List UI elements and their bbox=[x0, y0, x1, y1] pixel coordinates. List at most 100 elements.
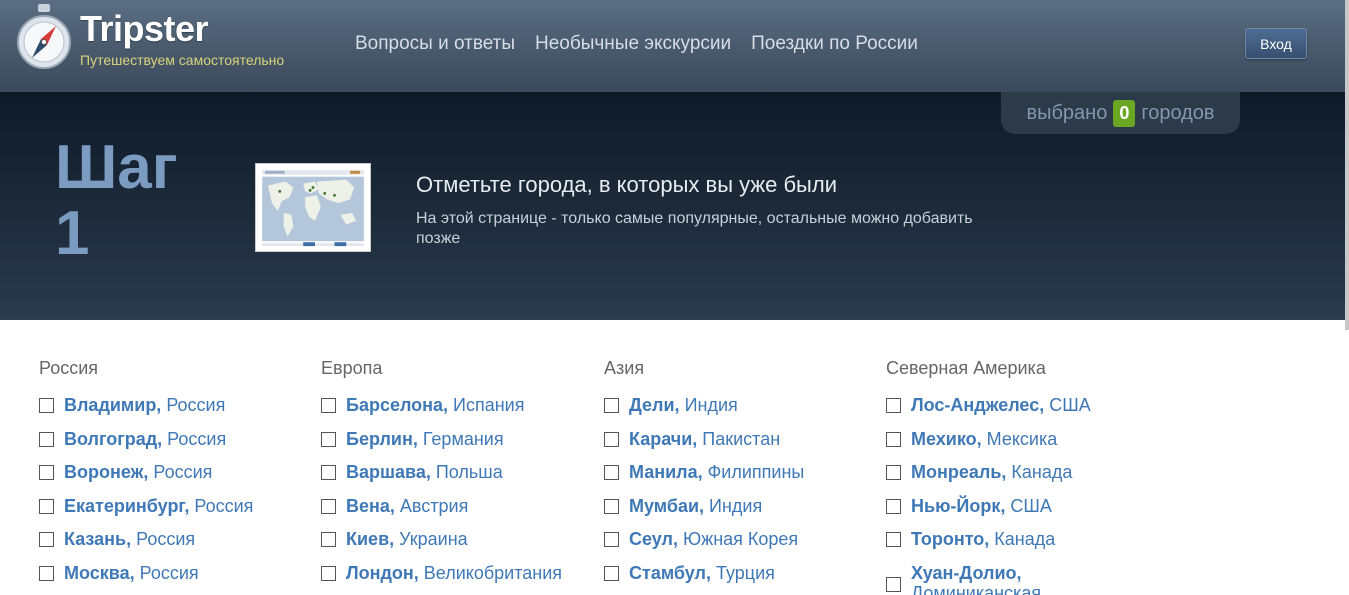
city-checkbox[interactable] bbox=[39, 465, 54, 481]
city-checkbox[interactable] bbox=[886, 498, 901, 514]
city-name[interactable]: Москва, bbox=[64, 563, 135, 584]
city-country[interactable]: Россия bbox=[153, 462, 212, 483]
city-name[interactable]: Волгоград, bbox=[64, 429, 162, 450]
city-checkbox[interactable] bbox=[604, 431, 619, 447]
city-name[interactable]: Лос-Анджелес, bbox=[911, 395, 1044, 416]
city-checkbox[interactable] bbox=[886, 532, 901, 548]
city-checkbox[interactable] bbox=[886, 398, 901, 413]
city-country[interactable]: Великобритания bbox=[424, 563, 562, 584]
city-name[interactable]: Владимир, bbox=[64, 395, 161, 416]
compass-logo-icon[interactable] bbox=[16, 4, 72, 70]
list-item[interactable]: Мумбаи, Индия bbox=[604, 496, 884, 530]
city-checkbox[interactable] bbox=[321, 431, 336, 447]
city-country[interactable]: Индия bbox=[685, 395, 738, 416]
list-item[interactable]: Мехико, Мексика bbox=[886, 429, 1166, 463]
city-name[interactable]: Дели, bbox=[629, 395, 680, 416]
city-checkbox[interactable] bbox=[886, 576, 901, 592]
list-item[interactable]: Дели, Индия bbox=[604, 395, 884, 429]
city-checkbox[interactable] bbox=[886, 431, 901, 447]
city-name[interactable]: Барселона, bbox=[346, 395, 448, 416]
list-item[interactable]: Сеул, Южная Корея bbox=[604, 529, 884, 563]
nav-link-qa[interactable]: Вопросы и ответы bbox=[355, 33, 515, 55]
city-country[interactable]: Турция bbox=[716, 563, 775, 584]
city-checkbox[interactable] bbox=[39, 498, 54, 514]
city-name[interactable]: Торонто, bbox=[911, 529, 989, 550]
city-name[interactable]: Берлин, bbox=[346, 429, 418, 450]
list-item[interactable]: Монреаль, Канада bbox=[886, 462, 1166, 496]
city-country[interactable]: Россия bbox=[166, 395, 225, 416]
list-item[interactable]: Берлин, Германия bbox=[321, 429, 601, 463]
city-checkbox[interactable] bbox=[604, 532, 619, 548]
city-checkbox[interactable] bbox=[321, 498, 336, 514]
city-country[interactable]: США bbox=[1010, 496, 1052, 517]
list-item[interactable]: Екатеринбург, Россия bbox=[39, 496, 319, 530]
list-item[interactable]: Казань, Россия bbox=[39, 529, 319, 563]
list-item[interactable]: Варшава, Польша bbox=[321, 462, 601, 496]
login-button[interactable]: Вход bbox=[1245, 28, 1307, 59]
list-item[interactable]: Москва, Россия bbox=[39, 563, 319, 595]
city-country[interactable]: Филиппины bbox=[708, 462, 805, 483]
city-country[interactable]: Индия bbox=[709, 496, 762, 517]
city-name[interactable]: Стамбул, bbox=[629, 563, 711, 584]
city-checkbox[interactable] bbox=[39, 532, 54, 548]
city-country[interactable]: Россия bbox=[136, 529, 195, 550]
city-country[interactable]: Пакистан bbox=[702, 429, 780, 450]
city-checkbox[interactable] bbox=[604, 465, 619, 481]
list-item[interactable]: Стамбул, Турция bbox=[604, 563, 884, 595]
city-country[interactable]: США bbox=[1049, 395, 1091, 416]
city-checkbox[interactable] bbox=[39, 398, 54, 413]
list-item[interactable]: Лондон, Великобритания bbox=[321, 563, 601, 595]
city-country[interactable]: Австрия bbox=[400, 496, 468, 517]
city-name[interactable]: Вена, bbox=[346, 496, 395, 517]
list-item[interactable]: Карачи, Пакистан bbox=[604, 429, 884, 463]
city-checkbox[interactable] bbox=[604, 565, 619, 581]
list-item[interactable]: Воронеж, Россия bbox=[39, 462, 319, 496]
city-label-wrap[interactable]: Хуан-Долио, Доминиканская bbox=[911, 563, 1041, 595]
list-item[interactable]: Владимир, Россия bbox=[39, 395, 319, 429]
city-country[interactable]: Канада bbox=[1011, 462, 1072, 483]
city-name[interactable]: Воронеж, bbox=[64, 462, 148, 483]
nav-link-excursions[interactable]: Необычные экскурсии bbox=[535, 33, 731, 55]
city-country[interactable]: Украина bbox=[399, 529, 468, 550]
city-name[interactable]: Варшава, bbox=[346, 462, 431, 483]
city-name[interactable]: Казань, bbox=[64, 529, 131, 550]
city-country[interactable]: Россия bbox=[194, 496, 253, 517]
list-item[interactable]: Манила, Филиппины bbox=[604, 462, 884, 496]
list-item[interactable]: Вена, Австрия bbox=[321, 496, 601, 530]
city-name[interactable]: Монреаль, bbox=[911, 462, 1006, 483]
list-item[interactable]: Волгоград, Россия bbox=[39, 429, 319, 463]
list-item[interactable]: Барселона, Испания bbox=[321, 395, 601, 429]
city-country[interactable]: Россия bbox=[140, 563, 199, 584]
list-item[interactable]: Киев, Украина bbox=[321, 529, 601, 563]
city-checkbox[interactable] bbox=[604, 498, 619, 514]
city-checkbox[interactable] bbox=[604, 398, 619, 413]
list-item[interactable]: Нью-Йорк, США bbox=[886, 496, 1166, 530]
list-item[interactable]: Хуан-Долио, Доминиканская bbox=[886, 563, 1166, 595]
city-checkbox[interactable] bbox=[321, 565, 336, 581]
city-name[interactable]: Карачи, bbox=[629, 429, 697, 450]
city-name[interactable]: Мехико, bbox=[911, 429, 982, 450]
city-checkbox[interactable] bbox=[39, 431, 54, 447]
city-country[interactable]: Германия bbox=[423, 429, 504, 450]
city-country[interactable]: Доминиканская bbox=[911, 583, 1041, 595]
city-checkbox[interactable] bbox=[321, 532, 336, 548]
page-scrollbar[interactable] bbox=[1345, 0, 1349, 330]
city-country[interactable]: Мексика bbox=[987, 429, 1058, 450]
city-name[interactable]: Нью-Йорк, bbox=[911, 496, 1005, 517]
city-checkbox[interactable] bbox=[321, 465, 336, 481]
city-country[interactable]: Испания bbox=[453, 395, 524, 416]
city-name[interactable]: Сеул, bbox=[629, 529, 678, 550]
city-country[interactable]: Польша bbox=[436, 462, 503, 483]
city-checkbox[interactable] bbox=[886, 465, 901, 481]
city-country[interactable]: Россия bbox=[167, 429, 226, 450]
city-name[interactable]: Екатеринбург, bbox=[64, 496, 189, 517]
city-name[interactable]: Манила, bbox=[629, 462, 703, 483]
city-country[interactable]: Канада bbox=[994, 529, 1055, 550]
city-checkbox[interactable] bbox=[321, 398, 336, 413]
brand-name[interactable]: Tripster bbox=[80, 8, 209, 50]
city-name[interactable]: Хуан-Долио, bbox=[911, 563, 1041, 583]
nav-link-russia-trips[interactable]: Поездки по России bbox=[751, 33, 918, 55]
city-name[interactable]: Киев, bbox=[346, 529, 394, 550]
city-country[interactable]: Южная Корея bbox=[683, 529, 798, 550]
city-name[interactable]: Лондон, bbox=[346, 563, 419, 584]
